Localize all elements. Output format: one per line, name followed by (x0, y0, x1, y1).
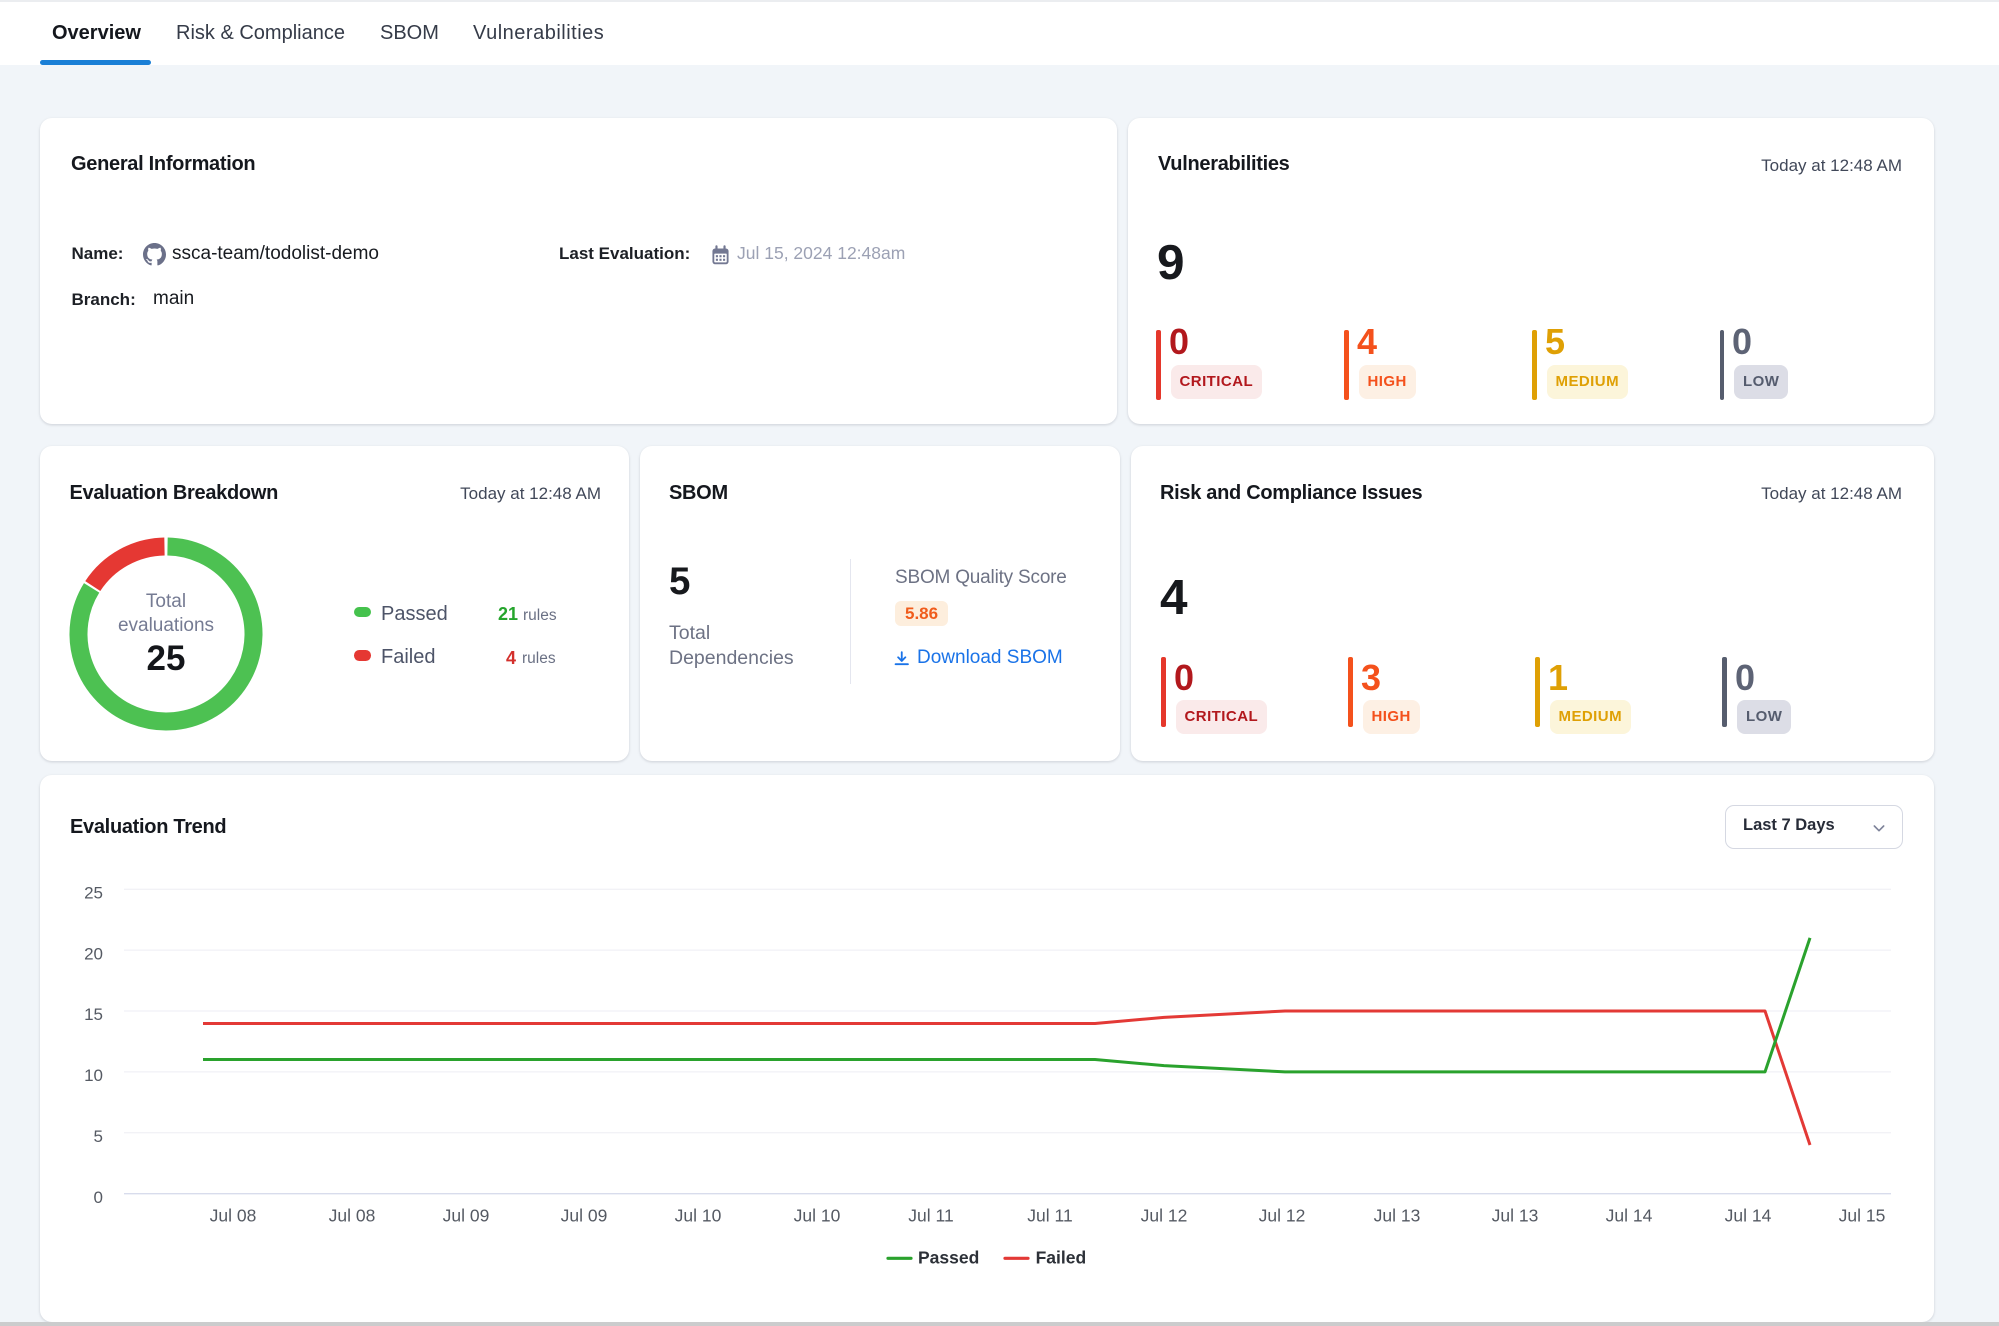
svg-text:Failed: Failed (1036, 1247, 1087, 1267)
svg-text:Passed: Passed (918, 1247, 979, 1267)
svg-text:Jul 08: Jul 08 (210, 1206, 257, 1226)
svg-text:Jul 12: Jul 12 (1259, 1206, 1306, 1226)
svg-text:Jul 13: Jul 13 (1492, 1206, 1539, 1226)
svg-text:Jul 14: Jul 14 (1725, 1206, 1772, 1226)
svg-text:Jul 10: Jul 10 (794, 1206, 841, 1226)
svg-text:Jul 09: Jul 09 (561, 1206, 608, 1226)
svg-text:10: 10 (84, 1066, 103, 1085)
svg-text:Jul 10: Jul 10 (675, 1206, 722, 1226)
svg-text:Jul 11: Jul 11 (908, 1206, 953, 1226)
svg-text:25: 25 (84, 883, 103, 902)
svg-text:Jul 14: Jul 14 (1606, 1206, 1653, 1226)
svg-text:Jul 12: Jul 12 (1141, 1206, 1188, 1226)
svg-text:Jul 15: Jul 15 (1839, 1206, 1886, 1226)
svg-text:Jul 09: Jul 09 (443, 1206, 490, 1226)
svg-text:Jul 11: Jul 11 (1027, 1206, 1072, 1226)
svg-text:0: 0 (94, 1188, 103, 1207)
svg-text:Jul 08: Jul 08 (329, 1206, 376, 1226)
svg-text:15: 15 (84, 1005, 103, 1024)
svg-text:Jul 13: Jul 13 (1374, 1206, 1421, 1226)
svg-text:20: 20 (84, 944, 103, 963)
svg-text:5: 5 (94, 1127, 103, 1146)
